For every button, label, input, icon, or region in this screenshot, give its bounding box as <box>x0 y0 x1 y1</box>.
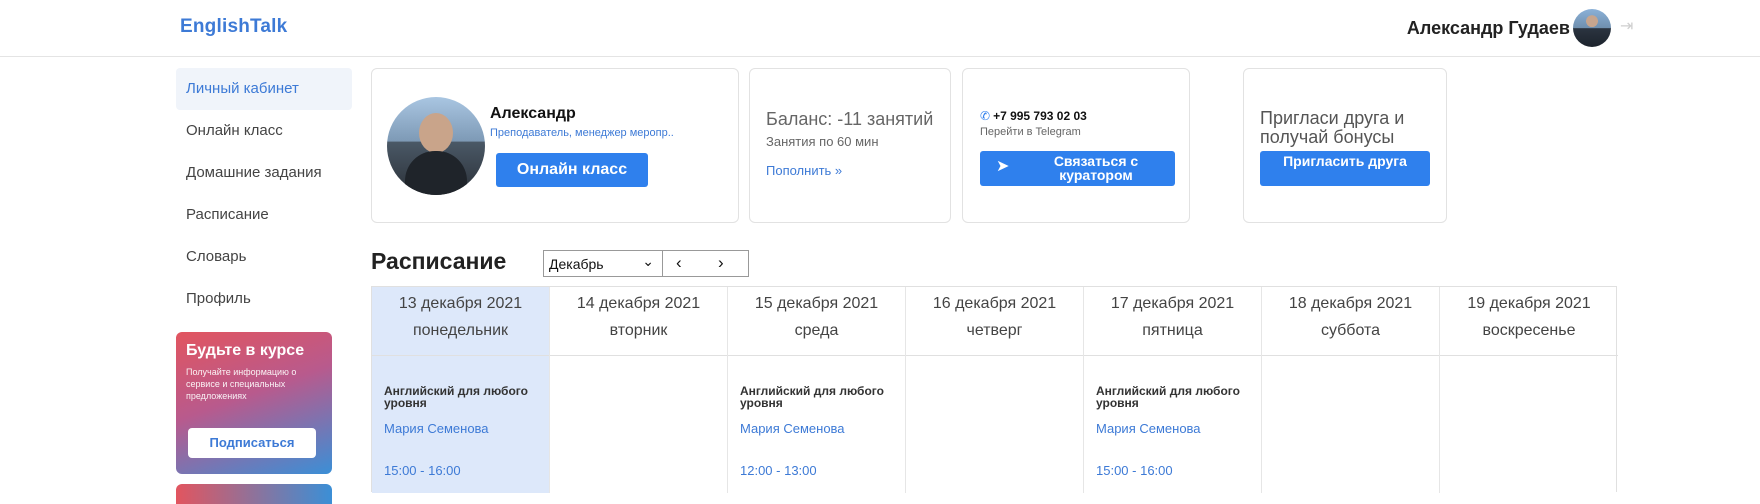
day-weekday: суббота <box>1320 322 1381 339</box>
sidebar-nav: Личный кабинет Онлайн класс Домашние зад… <box>176 68 352 320</box>
invite-friend-button[interactable]: Пригласить друга <box>1260 151 1430 186</box>
lesson-teacher[interactable]: Мария Семенова <box>384 421 548 436</box>
lesson-name: Английский для любого уровня <box>1096 384 1240 410</box>
sidebar-item-personal-account[interactable]: Личный кабинет <box>176 68 352 110</box>
profile-photo-head <box>419 113 453 153</box>
curator-contact-card: ✆ +7 995 793 02 03 Перейти в Telegram ➤ С… <box>962 68 1190 223</box>
sidebar-item-homework[interactable]: Домашние задания <box>176 152 352 194</box>
day-column: 18 декабря 2021 суббота <box>1262 287 1440 493</box>
profile-photo <box>387 97 485 195</box>
lesson-entry[interactable]: Английский для любого уровня Мария Семен… <box>384 385 548 478</box>
phone-number: +7 995 793 02 03 <box>993 109 1087 123</box>
schedule-table: 13 декабря 2021 понедельник Английский д… <box>371 286 1618 493</box>
contact-curator-label: Связаться с куратором <box>1053 153 1139 183</box>
day-header: 13 декабря 2021 понедельник <box>372 287 549 356</box>
day-weekday: вторник <box>609 322 668 339</box>
app-logo[interactable]: EnglishTalk <box>180 16 287 38</box>
profile-photo-body <box>405 151 467 195</box>
day-date: 17 декабря 2021 <box>1110 295 1235 312</box>
day-column: 19 декабря 2021 воскресенье <box>1440 287 1618 493</box>
month-select[interactable]: Декабрь ⌄ <box>543 250 663 277</box>
profile-card: Александр Преподаватель, менеджер меропр… <box>371 68 739 223</box>
invite-friend-card: Пригласи друга и получай бонусы Пригласи… <box>1243 68 1447 223</box>
day-date: 16 декабря 2021 <box>932 295 1057 312</box>
chevron-down-icon: ⌄ <box>642 253 654 269</box>
online-class-button[interactable]: Онлайн класс <box>496 153 648 187</box>
day-date: 13 декабря 2021 <box>398 295 523 312</box>
day-header: 16 декабря 2021 четверг <box>906 287 1083 356</box>
sidebar-item-profile[interactable]: Профиль <box>176 278 352 320</box>
day-date: 18 декабря 2021 <box>1288 295 1413 312</box>
day-column: 17 декабря 2021 пятница Английский для л… <box>1084 287 1262 493</box>
balance-card: Баланс: -11 занятий Занятия по 60 мин По… <box>749 68 951 223</box>
profile-name: Александр <box>490 105 576 122</box>
lesson-name: Английский для любого уровня <box>740 384 884 410</box>
lesson-teacher[interactable]: Мария Семенова <box>1096 421 1260 436</box>
day-date: 14 декабря 2021 <box>576 295 701 312</box>
month-select-value: Декабрь <box>549 256 604 272</box>
subscribe-button[interactable]: Подписаться <box>188 428 316 458</box>
top-header: EnglishTalk Александр Гудаев ⇥ <box>0 0 1760 57</box>
telegram-subtitle: Перейти в Telegram <box>980 126 1081 138</box>
lesson-name: Английский для любого уровня <box>384 384 528 410</box>
day-column: 13 декабря 2021 понедельник Английский д… <box>372 287 550 493</box>
balance-subtitle: Занятия по 60 мин <box>766 134 879 149</box>
avatar[interactable] <box>1573 9 1611 47</box>
contact-curator-button[interactable]: ➤ Связаться с куратором <box>980 151 1175 186</box>
day-date: 15 декабря 2021 <box>754 295 879 312</box>
day-date: 19 декабря 2021 <box>1467 295 1591 312</box>
telegram-plane-icon: ➤ <box>996 158 1010 175</box>
balance-title: Баланс: -11 занятий <box>766 109 934 129</box>
lesson-teacher[interactable]: Мария Семенова <box>740 421 904 436</box>
day-header: 15 декабря 2021 среда <box>728 287 905 356</box>
lesson-time: 15:00 - 16:00 <box>384 463 461 478</box>
invite-title: Пригласи друга и получай бонусы <box>1260 108 1405 147</box>
week-nav: ‹ › <box>662 250 749 277</box>
lesson-time: 12:00 - 13:00 <box>740 463 817 478</box>
profile-role: Преподаватель, менеджер меропр.. <box>490 127 674 139</box>
day-weekday: воскресенье <box>1482 322 1576 339</box>
sidebar-item-online-class[interactable]: Онлайн класс <box>176 110 352 152</box>
promo-title: Будьте в курсе <box>186 342 305 359</box>
lesson-entry[interactable]: Английский для любого уровня Мария Семен… <box>1096 385 1260 478</box>
promo-text: Получайте информацию о сервисе и специал… <box>186 367 297 401</box>
day-header: 14 декабря 2021 вторник <box>550 287 727 356</box>
day-header: 18 декабря 2021 суббота <box>1262 287 1439 356</box>
sidebar-item-schedule[interactable]: Расписание <box>176 194 352 236</box>
day-header: 19 декабря 2021 воскресенье <box>1440 287 1618 356</box>
lesson-entry[interactable]: Английский для любого уровня Мария Семен… <box>740 385 904 478</box>
top-up-link[interactable]: Пополнить » <box>766 163 842 178</box>
schedule-title: Расписание <box>371 248 507 274</box>
next-week-button[interactable]: › <box>718 253 724 273</box>
day-weekday: пятница <box>1142 322 1203 339</box>
phone-icon: ✆ <box>980 109 991 123</box>
day-column: 14 декабря 2021 вторник <box>550 287 728 493</box>
second-promo-banner <box>176 484 332 504</box>
day-weekday: понедельник <box>412 322 509 339</box>
logout-icon[interactable]: ⇥ <box>1620 18 1638 36</box>
day-column: 15 декабря 2021 среда Английский для люб… <box>728 287 906 493</box>
lesson-time: 15:00 - 16:00 <box>1096 463 1173 478</box>
day-header: 17 декабря 2021 пятница <box>1084 287 1261 356</box>
user-name[interactable]: Александр Гудаев <box>1407 18 1570 39</box>
day-weekday: четверг <box>966 322 1023 339</box>
day-column: 16 декабря 2021 четверг <box>906 287 1084 493</box>
day-weekday: среда <box>794 322 839 339</box>
curator-phone[interactable]: ✆ +7 995 793 02 03 <box>980 109 1087 123</box>
sidebar-item-dictionary[interactable]: Словарь <box>176 236 352 278</box>
prev-week-button[interactable]: ‹ <box>676 253 682 273</box>
subscribe-promo-banner: Будьте в курсе Получайте информацию о се… <box>176 332 332 474</box>
